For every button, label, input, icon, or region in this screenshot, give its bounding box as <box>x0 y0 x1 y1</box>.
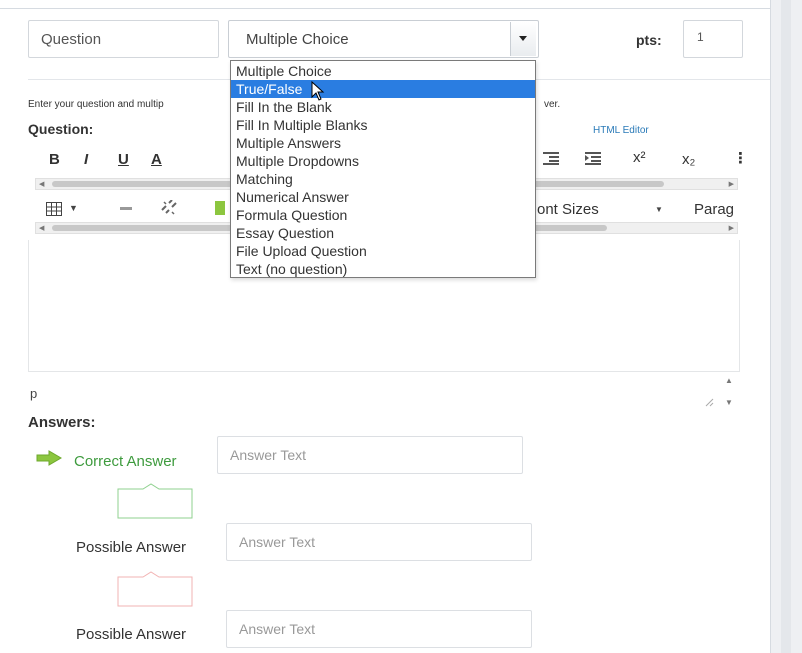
dropdown-option-multiple-answers[interactable]: Multiple Answers <box>231 134 535 152</box>
table-dropdown-chevron-icon[interactable]: ▼ <box>69 203 78 213</box>
horizontal-rule-icon[interactable] <box>120 207 132 211</box>
correct-answer-arrow-icon <box>36 450 62 466</box>
scroll-up-icon[interactable]: ▲ <box>725 376 733 385</box>
underline-button[interactable]: U <box>118 151 129 168</box>
possible-answer-label: Possible Answer <box>76 539 187 556</box>
dropdown-option-true-false[interactable]: True/False <box>231 80 535 98</box>
scroll-right-icon[interactable]: ▶ <box>729 224 734 232</box>
dropdown-option-text-no-question[interactable]: Text (no question) <box>231 260 535 278</box>
question-name-input[interactable]: Question <box>28 20 219 58</box>
scroll-right-icon[interactable]: ▶ <box>729 180 734 188</box>
scroll-down-icon[interactable]: ▼ <box>725 398 733 407</box>
instructions-text-end: ver. <box>544 99 561 110</box>
answers-label: Answers: <box>28 414 96 431</box>
points-input[interactable]: 1 <box>683 20 743 58</box>
italic-button[interactable]: I <box>84 151 88 168</box>
correct-answer-input[interactable]: Answer Text <box>217 436 523 474</box>
html-editor-link[interactable]: HTML Editor <box>593 125 649 136</box>
dropdown-option-file-upload-question[interactable]: File Upload Question <box>231 242 535 260</box>
instructions-text: Enter your question and multip <box>28 99 164 110</box>
dropdown-option-formula-question[interactable]: Formula Question <box>231 206 535 224</box>
outdent-icon[interactable] <box>543 151 559 165</box>
question-type-select[interactable]: Multiple Choice <box>228 20 539 58</box>
bold-button[interactable]: B <box>49 151 60 168</box>
dropdown-option-multiple-choice[interactable]: Multiple Choice <box>231 62 535 80</box>
scroll-left-icon[interactable]: ◀ <box>39 180 44 188</box>
editor-status-path: p <box>30 386 38 401</box>
possible-answer-input-2[interactable]: Answer Text <box>226 610 532 648</box>
dropdown-option-multiple-dropdowns[interactable]: Multiple Dropdowns <box>231 152 535 170</box>
table-icon[interactable] <box>46 202 62 216</box>
editor-vertical-scroll[interactable]: ▲ ▼ <box>722 376 736 410</box>
dropdown-option-fill-in-the-blank[interactable]: Fill In the Blank <box>231 98 535 116</box>
font-sizes-select[interactable]: ont Sizes <box>537 201 599 218</box>
dropdown-option-matching[interactable]: Matching <box>231 170 535 188</box>
points-label: pts: <box>636 32 662 48</box>
right-scroll-strip[interactable] <box>781 0 791 653</box>
scroll-left-icon[interactable]: ◀ <box>39 224 44 232</box>
paragraph-select[interactable]: Parag <box>694 201 734 218</box>
unlink-icon[interactable] <box>160 200 178 216</box>
question-type-dropdown-button[interactable] <box>510 22 536 56</box>
correct-answer-label: Correct Answer <box>74 453 177 470</box>
superscript-button[interactable]: x² <box>633 149 646 166</box>
font-color-button[interactable]: A <box>151 151 162 168</box>
dropdown-option-essay-question[interactable]: Essay Question <box>231 224 535 242</box>
mouse-cursor-icon <box>311 81 325 101</box>
more-options-icon[interactable]: ⋮ <box>733 149 748 167</box>
font-sizes-chevron-icon[interactable]: ▼ <box>655 205 663 214</box>
possible-answer-label: Possible Answer <box>76 626 187 643</box>
possible-answer-input-1[interactable]: Answer Text <box>226 523 532 561</box>
resize-handle-icon[interactable] <box>704 397 714 407</box>
dropdown-option-numerical-answer[interactable]: Numerical Answer <box>231 188 535 206</box>
possible-answer-comment-tab[interactable] <box>117 571 193 607</box>
dropdown-option-fill-in-multiple-blanks[interactable]: Fill In Multiple Blanks <box>231 116 535 134</box>
top-border <box>0 8 770 9</box>
question-label: Question: <box>28 121 94 137</box>
chevron-down-icon <box>519 36 527 41</box>
question-type-dropdown-list: Multiple Choice True/False Fill In the B… <box>230 60 536 278</box>
indent-icon[interactable] <box>585 151 601 165</box>
correct-answer-comment-tab[interactable] <box>117 483 193 519</box>
image-icon[interactable] <box>215 201 225 215</box>
subscript-button[interactable]: x₂ <box>682 151 695 168</box>
